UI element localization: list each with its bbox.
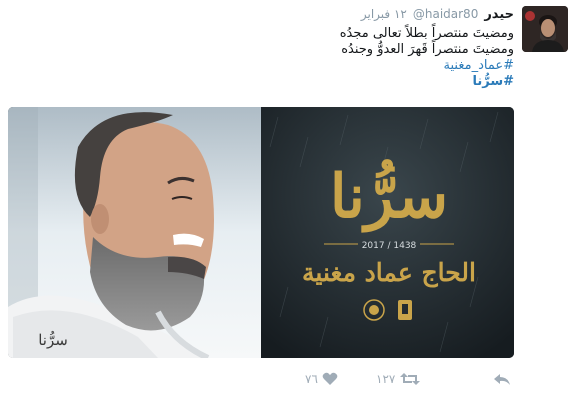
heart-icon (322, 372, 338, 385)
reply-icon (494, 374, 510, 385)
like-count: ٧٦ (305, 372, 318, 386)
avatar-image (522, 6, 568, 52)
retweet-button[interactable]: ١٢٧ (376, 366, 421, 392)
media-image: سرُّنا 1438 / 2017 الحاج عماد مغنية سرُّ… (8, 107, 514, 358)
reply-button[interactable] (493, 366, 511, 392)
display-name[interactable]: حيدر (484, 7, 514, 22)
media-title: سرُّنا (330, 158, 448, 233)
media-subtitle: الحاج عماد مغنية (302, 258, 476, 288)
tweet-media[interactable]: سرُّنا 1438 / 2017 الحاج عماد مغنية سرُّ… (8, 107, 514, 358)
media-year: 1438 / 2017 (362, 241, 417, 251)
tweet-header: حيدر @haidar80 ١٢ فبراير (361, 5, 514, 23)
retweet-count: ١٢٧ (376, 372, 396, 386)
username[interactable]: @haidar80 (413, 7, 478, 21)
avatar[interactable] (522, 6, 568, 52)
tweet-actions: ١٢٧ ٧٦ (0, 366, 576, 392)
tweet: حيدر @haidar80 ١٢ فبراير ومضيتَ منتصراً … (0, 0, 576, 400)
hashtag-link[interactable]: #عماد_مغنية (74, 58, 514, 74)
hashtag-link[interactable]: #سرُّنا (74, 74, 514, 90)
tweet-line: ومضيتَ منتصراً قَهرَ العدوُّ وجندُه (341, 42, 514, 57)
retweet-icon (400, 373, 421, 385)
media-signature: سرُّنا (38, 330, 68, 349)
tweet-text: ومضيتَ منتصراً بطلاً تعالى مجدُه ومضيتَ … (74, 26, 514, 90)
tweet-line: ومضيتَ منتصراً بطلاً تعالى مجدُه (339, 26, 514, 41)
timestamp[interactable]: ١٢ فبراير (361, 7, 407, 21)
like-button[interactable]: ٧٦ (305, 366, 338, 392)
